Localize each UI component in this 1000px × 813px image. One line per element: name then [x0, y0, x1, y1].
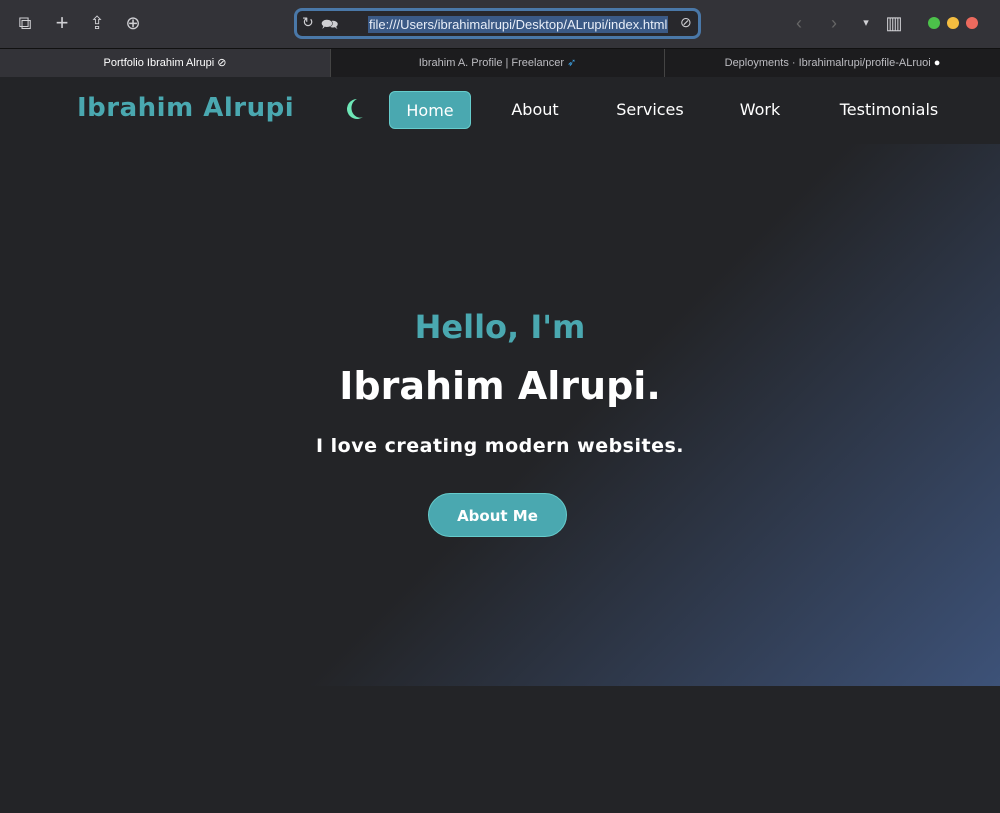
address-bar[interactable]: ↻ 🗪 file:///Users/ibrahimalrupi/Desktop/… — [294, 8, 701, 39]
nav-work[interactable]: Work — [730, 91, 790, 129]
reload-icon[interactable]: ↻ — [302, 14, 314, 31]
forward-icon[interactable]: › — [823, 12, 845, 34]
new-tab-icon[interactable]: + — [51, 12, 73, 34]
translate-icon[interactable]: 🗪 — [321, 14, 338, 38]
minimize-window-button[interactable] — [947, 17, 959, 29]
hero-section: Hello, I'm Ibrahim Alrupi. I love creati… — [0, 144, 1000, 686]
site-navbar: Ibrahim Alrupi Home About Services Work … — [0, 77, 1000, 144]
sidebar-icon[interactable]: ▥ — [883, 12, 905, 34]
compass-icon: ⊘ — [680, 14, 692, 30]
tab-bar: Portfolio Ibrahim Alrupi ⊘ Ibrahim A. Pr… — [0, 48, 1000, 77]
tab-freelancer[interactable]: Ibrahim A. Profile | Freelancer ➶ — [330, 49, 664, 77]
nav-testimonials[interactable]: Testimonials — [830, 91, 948, 129]
hero-greeting: Hello, I'm — [414, 308, 586, 346]
url-text[interactable]: file:///Users/ibrahimalrupi/Desktop/ALru… — [368, 16, 669, 33]
tab-overview-icon[interactable]: ⧉ — [14, 12, 36, 34]
site-logo[interactable]: Ibrahim Alrupi — [77, 93, 294, 123]
tab-portfolio[interactable]: Portfolio Ibrahim Alrupi ⊘ — [0, 49, 330, 77]
nav-home[interactable]: Home — [389, 91, 471, 129]
about-me-button[interactable]: About Me — [428, 493, 567, 537]
hero-name: Ibrahim Alrupi. — [339, 364, 661, 408]
browser-toolbar: ⧉ + ⇪ ⊕ ↻ 🗪 file:///Users/ibrahimalrupi/… — [0, 0, 1000, 48]
tab-deployments[interactable]: Deployments · Ibrahimalrupi/profile-ALru… — [664, 49, 1000, 77]
nav-services[interactable]: Services — [610, 91, 690, 129]
hero-tagline: I love creating modern websites. — [315, 435, 685, 457]
share-icon[interactable]: ⇪ — [86, 12, 108, 34]
close-window-button[interactable] — [966, 17, 978, 29]
chevron-down-icon[interactable]: ▾ — [855, 12, 877, 34]
bird-icon: ➶ — [567, 57, 577, 69]
github-icon: ● — [933, 57, 941, 69]
zoom-window-button[interactable] — [928, 17, 940, 29]
compass-icon: ⊘ — [217, 57, 227, 69]
download-icon[interactable]: ⊕ — [122, 12, 144, 34]
nav-about[interactable]: About — [500, 91, 570, 129]
moon-icon[interactable] — [343, 97, 367, 121]
back-icon[interactable]: ‹ — [788, 12, 810, 34]
